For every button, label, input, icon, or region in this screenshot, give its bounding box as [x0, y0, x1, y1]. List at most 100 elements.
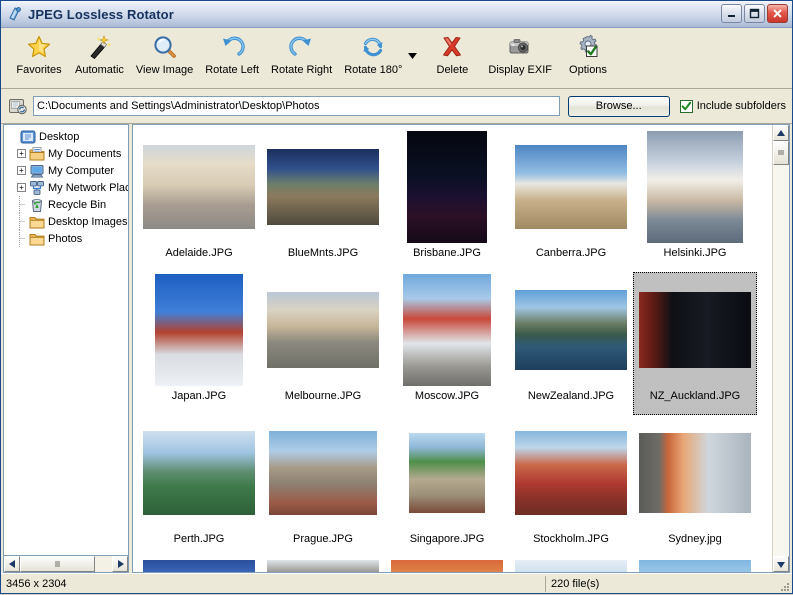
thumbnail-image-box: [388, 131, 506, 243]
thumbnail-image: [267, 560, 379, 572]
hscroll-track[interactable]: [20, 556, 112, 572]
close-button[interactable]: [767, 4, 788, 23]
favorites-button[interactable]: Favorites: [9, 28, 69, 84]
browse-button[interactable]: Browse...: [568, 96, 670, 117]
thumbnail-vertical-scrollbar[interactable]: [772, 125, 789, 572]
thumbnail-scroll-area[interactable]: Adelaide.JPG BlueMnts.JPGBrisbane.JPGCanb…: [133, 125, 772, 572]
display-exif-button[interactable]: Display EXIF: [482, 28, 558, 84]
thumbnail-item[interactable]: Sydney.jpg: [633, 415, 757, 558]
minimize-button[interactable]: [721, 4, 742, 23]
thumbnail-item[interactable]: Stockholm.JPG: [509, 415, 633, 558]
tree-node-my-network-places[interactable]: + My Network Places: [6, 179, 128, 196]
rotate-180-button[interactable]: Rotate 180°: [338, 28, 408, 84]
thumbnail-item[interactable]: Singapore.JPG: [385, 415, 509, 558]
red-x-icon: [439, 32, 465, 62]
thumbnail-item[interactable]: Adelaide.JPG: [137, 129, 261, 272]
thumbnail-image-box: [636, 417, 754, 529]
path-bar: Browse... Include subfolders: [1, 89, 792, 124]
rotate-left-button[interactable]: Rotate Left: [199, 28, 265, 84]
thumbnail-item[interactable]: NewZealand.JPG: [509, 272, 633, 415]
app-rotator-icon: [6, 5, 24, 23]
desktop-icon: [19, 129, 37, 145]
tree-horizontal-scrollbar[interactable]: [3, 556, 129, 573]
thumbnail-item-partial[interactable]: [137, 558, 261, 572]
thumbnail-item[interactable]: Moscow.JPG: [385, 272, 509, 415]
thumbnail-item-partial[interactable]: [633, 558, 757, 572]
thumbnail-image: [407, 131, 487, 243]
status-dimensions: 3456 x 2304: [1, 575, 545, 593]
delete-label: Delete: [437, 64, 469, 76]
scroll-left-button[interactable]: [4, 556, 20, 572]
thumbnail-item-partial[interactable]: [509, 558, 633, 572]
tree-line: [15, 215, 28, 228]
scroll-down-button[interactable]: [773, 556, 789, 572]
thumbnail-image: [515, 431, 627, 515]
thumbnail-item[interactable]: Prague.JPG: [261, 415, 385, 558]
favorites-label: Favorites: [16, 64, 61, 76]
tree-node-photos[interactable]: Photos: [6, 230, 128, 247]
folder-tree[interactable]: Desktop + My Documents + My Computer + My Netw…: [3, 124, 129, 556]
options-button[interactable]: Options: [558, 28, 618, 84]
thumbnail-item[interactable]: Helsinki.JPG: [633, 129, 757, 272]
thumbnail-image: [143, 560, 255, 572]
thumbnail-image: [155, 274, 243, 386]
include-subfolders-checkbox[interactable]: Include subfolders: [680, 100, 786, 113]
tree-line: [15, 232, 28, 245]
tree-node-label: My Network Places: [48, 182, 128, 194]
my-documents-icon: [28, 146, 46, 162]
tree-line: [15, 198, 28, 211]
thumbnail-image: [391, 560, 503, 572]
thumbnail-caption: NZ_Auckland.JPG: [650, 390, 740, 402]
thumbnail-item-partial[interactable]: [261, 558, 385, 572]
include-subfolders-label: Include subfolders: [697, 100, 786, 112]
expand-plus-icon[interactable]: +: [15, 181, 28, 194]
delete-button[interactable]: Delete: [422, 28, 482, 84]
tree-node-label: My Documents: [48, 148, 121, 160]
rotate-left-label: Rotate Left: [205, 64, 259, 76]
path-input[interactable]: [33, 96, 560, 116]
thumbnail-item[interactable]: Brisbane.JPG: [385, 129, 509, 272]
maximize-button[interactable]: [744, 4, 765, 23]
thumbnail-item-partial[interactable]: [385, 558, 509, 572]
thumbnail-caption: Moscow.JPG: [415, 390, 479, 402]
display-exif-label: Display EXIF: [488, 64, 552, 76]
vscroll-track[interactable]: [773, 141, 789, 556]
tree-node-label: My Computer: [48, 165, 114, 177]
thumbnail-item[interactable]: Perth.JPG: [137, 415, 261, 558]
caret-down-icon[interactable]: [406, 50, 418, 62]
thumbnail-image-box: [388, 417, 506, 529]
thumbnail-item[interactable]: Melbourne.JPG: [261, 272, 385, 415]
magic-wand-icon: [86, 32, 112, 62]
thumbnail-grid: Adelaide.JPG BlueMnts.JPGBrisbane.JPGCanb…: [133, 125, 772, 572]
thumbnail-image-box: [264, 131, 382, 243]
vscroll-thumb[interactable]: [773, 141, 789, 165]
expand-plus-icon[interactable]: +: [15, 147, 28, 160]
thumbnail-item[interactable]: BlueMnts.JPG: [261, 129, 385, 272]
checkbox-box[interactable]: [680, 100, 693, 113]
thumbnail-caption: Adelaide.JPG: [165, 247, 232, 259]
tree-node-desktop[interactable]: Desktop: [6, 128, 128, 145]
thumbnail-caption: Japan.JPG: [172, 390, 226, 402]
resize-grip-icon[interactable]: [778, 580, 790, 592]
automatic-button[interactable]: Automatic: [69, 28, 130, 84]
rotate-right-button[interactable]: Rotate Right: [265, 28, 338, 84]
thumbnail-item[interactable]: Japan.JPG: [137, 272, 261, 415]
tree-node-label: Photos: [48, 233, 82, 245]
hscroll-thumb[interactable]: [20, 556, 95, 572]
tree-node-desktop-images[interactable]: Desktop Images: [6, 213, 128, 230]
scroll-right-button[interactable]: [112, 556, 128, 572]
thumbnail-item[interactable]: NZ_Auckland.JPG: [633, 272, 757, 415]
thumbnail-image: [515, 560, 627, 572]
tree-node-my-documents[interactable]: + My Documents: [6, 145, 128, 162]
expand-plus-icon[interactable]: +: [15, 164, 28, 177]
folder-open-icon: [7, 95, 29, 117]
tree-node-recycle-bin[interactable]: Recycle Bin: [6, 196, 128, 213]
rotate-right-icon: [289, 32, 315, 62]
scroll-up-button[interactable]: [773, 125, 789, 141]
thumbnail-item[interactable]: Canberra.JPG: [509, 129, 633, 272]
view-image-button[interactable]: View Image: [130, 28, 199, 84]
thumbnail-image: [403, 274, 491, 386]
recycle-bin-icon: [28, 197, 46, 213]
tree-node-my-computer[interactable]: + My Computer: [6, 162, 128, 179]
rotate-180-icon: [360, 32, 386, 62]
